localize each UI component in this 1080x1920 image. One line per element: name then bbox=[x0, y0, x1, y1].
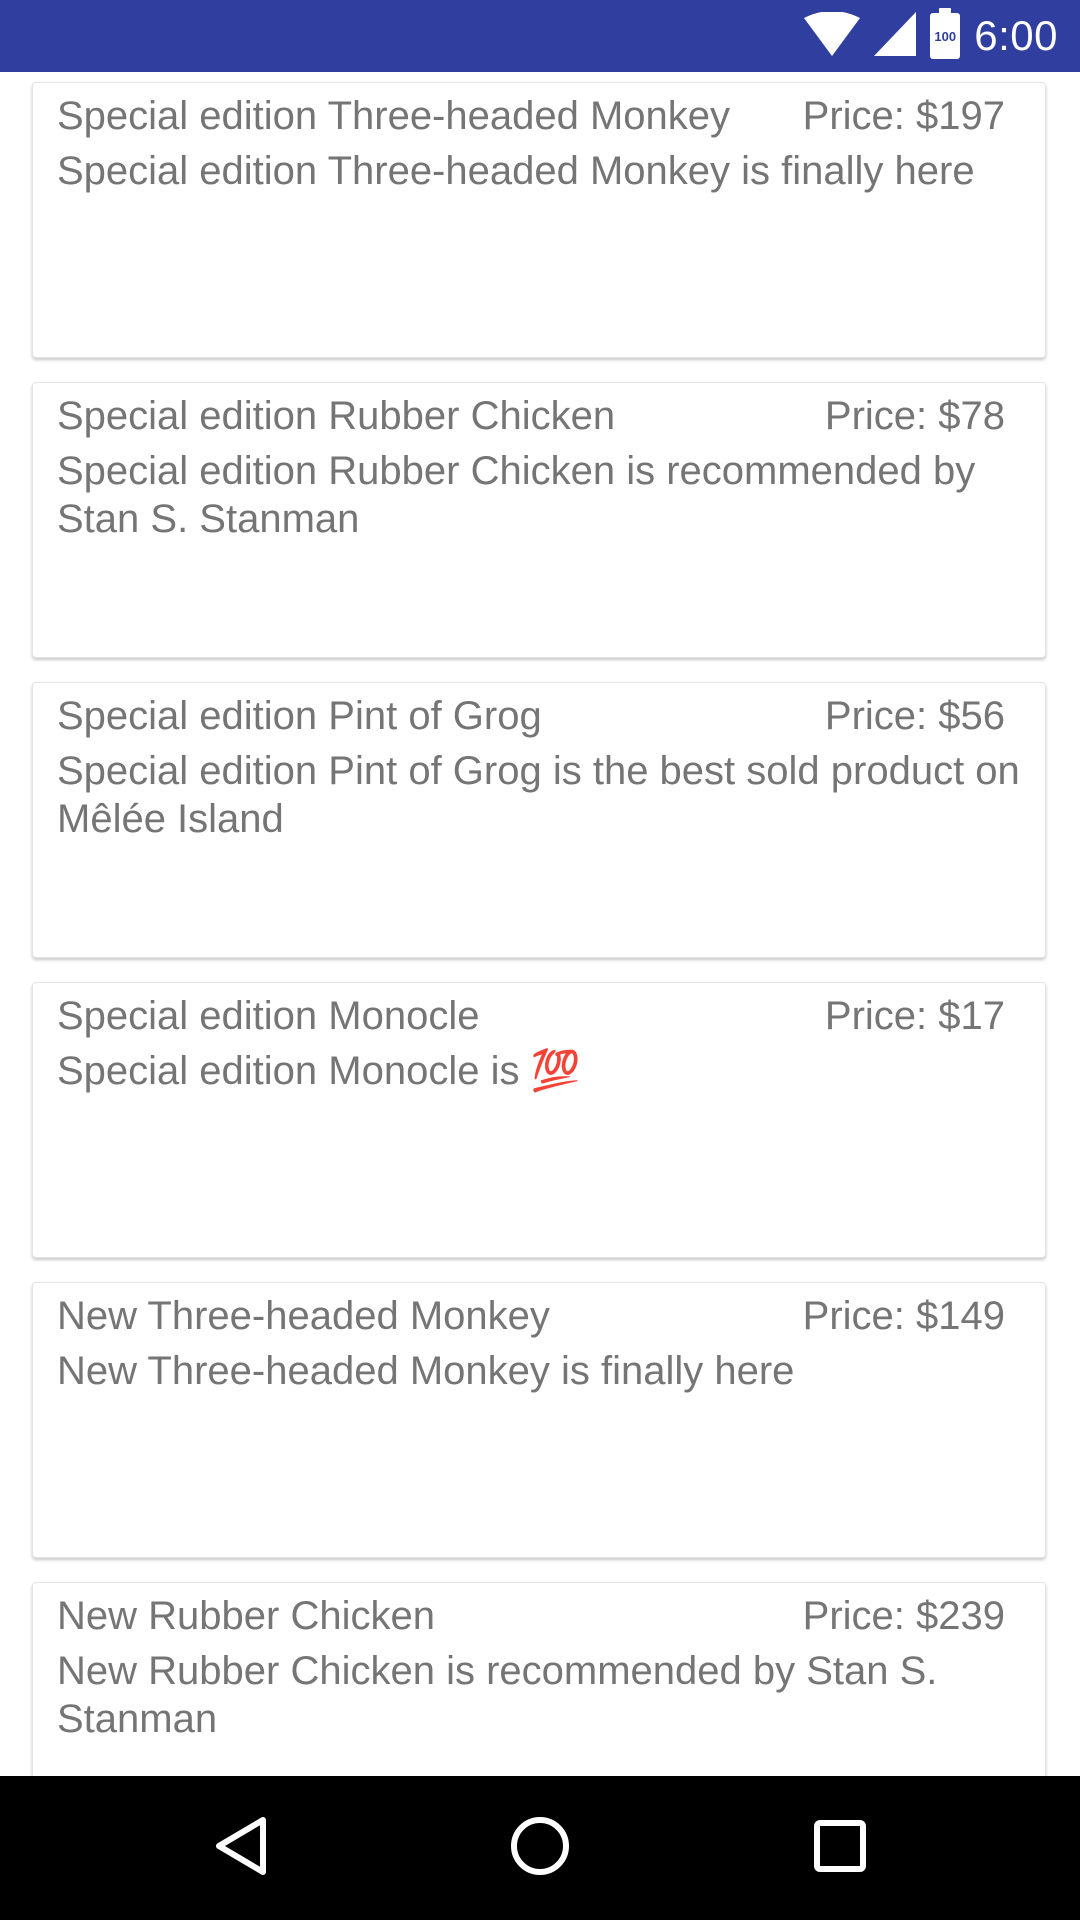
product-description: Special edition Rubber Chicken is recomm… bbox=[57, 449, 976, 541]
product-title: Special edition Rubber Chicken bbox=[57, 394, 616, 438]
product-card[interactable]: New Rubber Chicken Price: $239 New Rubbe… bbox=[32, 1582, 1046, 1776]
home-icon bbox=[508, 1814, 572, 1883]
product-title: New Three-headed Monkey bbox=[57, 1294, 550, 1338]
battery-icon: 100 bbox=[930, 8, 961, 59]
product-card[interactable]: Special edition Monocle Price: $17 Speci… bbox=[32, 982, 1046, 1258]
product-description: Special edition Three-headed Monkey is f… bbox=[57, 149, 975, 193]
product-price: Price: $17 bbox=[824, 994, 1005, 1038]
status-time: 6:00 bbox=[974, 12, 1058, 59]
cellular-signal-icon bbox=[874, 11, 917, 61]
product-list[interactable]: Special edition Three-headed Monkey Pric… bbox=[0, 72, 1080, 1776]
status-icons: 100 6:00 bbox=[804, 0, 1058, 72]
wifi-icon bbox=[804, 10, 861, 61]
product-card[interactable]: Special edition Rubber Chicken Price: $7… bbox=[32, 382, 1046, 658]
product-price: Price: $149 bbox=[802, 1294, 1005, 1338]
status-bar: 100 6:00 bbox=[0, 0, 1080, 72]
navigation-bar bbox=[0, 1776, 1080, 1920]
product-description: Special edition Pint of Grog is the best… bbox=[57, 749, 1020, 841]
product-title: Special edition Three-headed Monkey bbox=[57, 94, 731, 138]
recents-icon bbox=[812, 1818, 868, 1879]
product-description: New Three-headed Monkey is finally here bbox=[57, 1349, 795, 1393]
recents-button[interactable] bbox=[790, 1798, 890, 1898]
product-card[interactable]: Special edition Pint of Grog Price: $56 … bbox=[32, 682, 1046, 958]
product-card[interactable]: New Three-headed Monkey Price: $149 New … bbox=[32, 1282, 1046, 1558]
product-price: Price: $56 bbox=[824, 694, 1005, 738]
product-title: Special edition Monocle bbox=[57, 994, 480, 1038]
product-title: New Rubber Chicken bbox=[57, 1594, 435, 1638]
back-icon bbox=[211, 1814, 271, 1883]
product-title: Special edition Pint of Grog bbox=[57, 694, 542, 738]
product-price: Price: $78 bbox=[824, 394, 1005, 438]
back-button[interactable] bbox=[191, 1798, 291, 1898]
product-description: New Rubber Chicken is recommended by Sta… bbox=[57, 1649, 938, 1741]
product-price: Price: $239 bbox=[802, 1594, 1005, 1638]
home-button[interactable] bbox=[490, 1798, 590, 1898]
battery-level: 100 bbox=[934, 28, 957, 44]
product-price: Price: $197 bbox=[802, 94, 1005, 138]
product-card[interactable]: Special edition Three-headed Monkey Pric… bbox=[32, 82, 1046, 358]
product-description: Special edition Monocle is 💯 bbox=[57, 1049, 581, 1093]
